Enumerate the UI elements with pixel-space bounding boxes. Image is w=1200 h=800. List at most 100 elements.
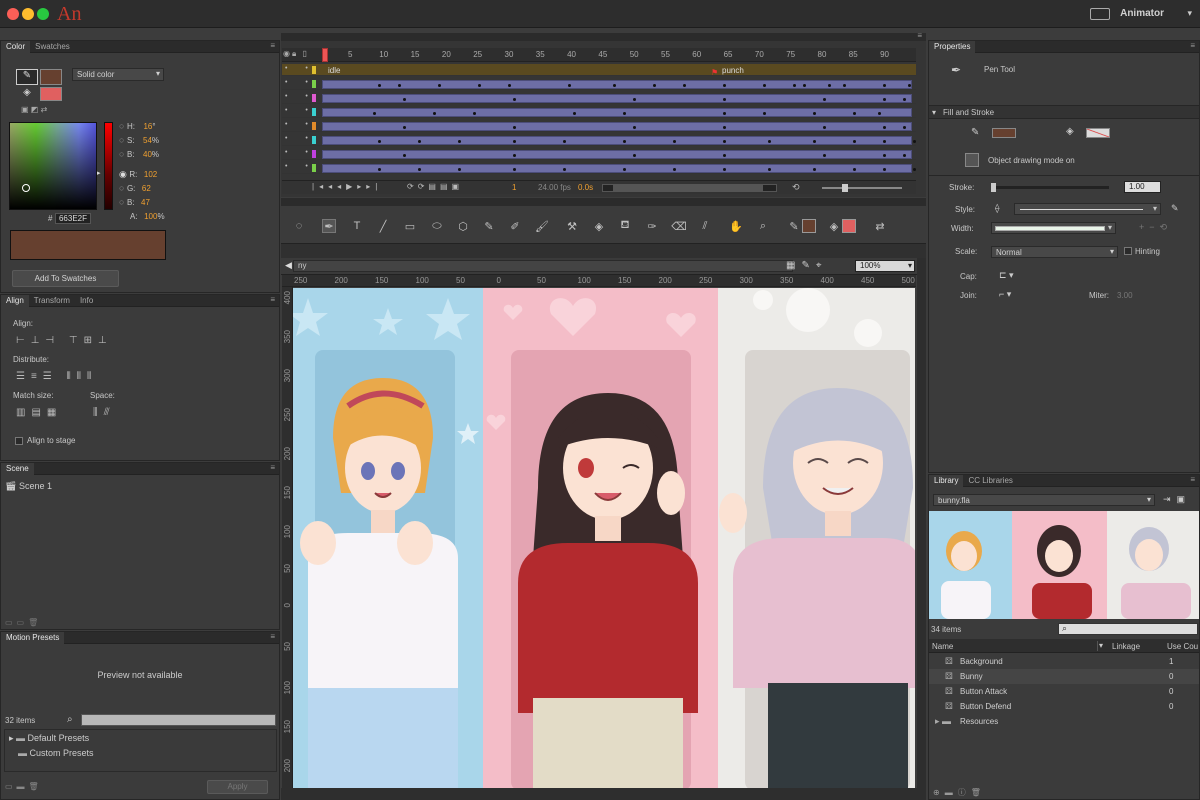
panel-menu-icon[interactable]: ≡: [270, 463, 275, 472]
brush-style-icon[interactable]: ⟠: [995, 203, 999, 214]
tab-transform[interactable]: Transform: [29, 295, 75, 307]
column-use-count[interactable]: Use Cou: [1167, 642, 1198, 651]
hsb-row-b[interactable]: ○ B: 40%: [119, 149, 179, 169]
zoom-window-button[interactable]: [37, 8, 49, 20]
timeline-layer-row[interactable]: • •: [282, 64, 916, 76]
ink-bottle-tool-icon[interactable]: ⛾: [618, 219, 632, 233]
keyframe[interactable]: [373, 112, 376, 115]
keyframe[interactable]: [853, 112, 856, 115]
keyframe[interactable]: [623, 112, 626, 115]
preset-folder-custom[interactable]: ▬ Custom Presets: [18, 748, 94, 758]
keyframe[interactable]: [763, 84, 766, 87]
keyframe[interactable]: [418, 140, 421, 143]
panel-menu-icon[interactable]: ≡: [917, 31, 922, 40]
keyframe[interactable]: [883, 154, 886, 157]
polystar-tool-icon[interactable]: ⬡: [456, 219, 470, 233]
line-tool-icon[interactable]: ╱: [376, 219, 390, 233]
tab-properties[interactable]: Properties: [929, 40, 976, 53]
fill-color-none-swatch[interactable]: [1086, 128, 1110, 138]
keyframe[interactable]: [378, 140, 381, 143]
eyedropper-tool-icon[interactable]: ✑: [645, 219, 659, 233]
keyframe[interactable]: [573, 112, 576, 115]
color-picker-cursor[interactable]: [22, 184, 30, 192]
keyframe[interactable]: [673, 168, 676, 171]
swap-colors-icon[interactable]: ▣ ◩ ⇄: [21, 105, 47, 114]
width-profile-actions[interactable]: +−⟲: [1139, 222, 1172, 233]
hsb-row-s[interactable]: ○ S: 54%: [119, 135, 179, 149]
keyframe[interactable]: [403, 154, 406, 157]
miter-value[interactable]: 3.00: [1117, 291, 1133, 300]
keyframe[interactable]: [458, 168, 461, 171]
text-tool-icon[interactable]: T: [350, 219, 364, 233]
keyframe[interactable]: [903, 154, 906, 157]
layer-outline-color[interactable]: [312, 80, 316, 88]
hex-field[interactable]: # 663E2F: [48, 213, 91, 224]
layer-outline-color[interactable]: [312, 136, 316, 144]
rectangle-tool-icon[interactable]: ▭: [403, 219, 417, 233]
tab-scene[interactable]: Scene: [1, 462, 34, 475]
align-buttons[interactable]: ⊢⊥⊣ ⊤⊞⊥: [16, 335, 113, 346]
fill-color-tool-icon[interactable]: ◈: [827, 219, 841, 233]
keyframe[interactable]: [683, 84, 686, 87]
keyframe[interactable]: [568, 84, 571, 87]
keyframe[interactable]: [403, 126, 406, 129]
frame-rate[interactable]: 24.00 fps: [538, 183, 571, 192]
playhead[interactable]: [322, 48, 328, 62]
layer-outline-color[interactable]: [312, 94, 316, 102]
rgb-row-g[interactable]: ○ G: 62: [119, 183, 179, 197]
library-search-input[interactable]: ⌕: [1058, 623, 1198, 635]
library-actions[interactable]: ⊕▬ⓘ🗑︎: [933, 787, 986, 798]
panel-menu-icon[interactable]: ≡: [270, 632, 275, 641]
library-file-dropdown[interactable]: bunny.fla: [933, 494, 1155, 506]
keyframe[interactable]: [513, 168, 516, 171]
keyframe[interactable]: [823, 98, 826, 101]
keyframe[interactable]: [513, 126, 516, 129]
layer-tween-span[interactable]: [322, 136, 916, 145]
keyframe[interactable]: [768, 140, 771, 143]
rgb-row-r[interactable]: ◉ R: 102: [119, 169, 179, 183]
keyframe[interactable]: [823, 126, 826, 129]
keyframe[interactable]: [478, 84, 481, 87]
keyframe[interactable]: [623, 140, 626, 143]
lasso-tool-icon[interactable]: ◌: [292, 219, 306, 233]
library-item[interactable]: ⚄ Button Attack 0: [929, 684, 1199, 699]
keyframe[interactable]: [438, 84, 441, 87]
keyframe[interactable]: [563, 140, 566, 143]
preset-search-input[interactable]: [81, 714, 276, 726]
apply-button[interactable]: Apply: [207, 780, 268, 794]
panel-menu-icon[interactable]: ≡: [1190, 41, 1195, 50]
keyframe[interactable]: [653, 84, 656, 87]
tab-info[interactable]: Info: [75, 295, 98, 307]
keyframe[interactable]: [723, 168, 726, 171]
column-name[interactable]: Name: [932, 642, 953, 651]
layer-tween-span[interactable]: [322, 164, 916, 173]
keyframe[interactable]: [723, 84, 726, 87]
keyframe[interactable]: [723, 140, 726, 143]
keyframe[interactable]: [723, 98, 726, 101]
minimize-window-button[interactable]: [22, 8, 34, 20]
stage-vertical-scrollbar[interactable]: [917, 258, 926, 788]
pen-tool-icon[interactable]: ✒: [322, 219, 336, 233]
join-style-dropdown[interactable]: ⌐ ▾: [999, 289, 1011, 300]
hue-slider-handle-icon[interactable]: ▸: [97, 169, 101, 177]
keyframe[interactable]: [793, 84, 796, 87]
frame-ruler[interactable]: ◉🔒︎ ▯ 5 10 15 20 25 30 35 40 45 50 55 60 65 70 75 80 85 9…: [282, 48, 916, 62]
tab-swatches[interactable]: Swatches: [30, 41, 75, 53]
keyframe[interactable]: [813, 112, 816, 115]
hand-tool-icon[interactable]: ✋: [729, 219, 743, 233]
close-window-button[interactable]: [7, 8, 19, 20]
width-profile-dropdown[interactable]: ▾: [991, 222, 1116, 234]
alpha-row[interactable]: A: 100%: [119, 211, 179, 225]
keyframe[interactable]: [913, 168, 916, 171]
keyframe[interactable]: [458, 140, 461, 143]
keyframe[interactable]: [433, 112, 436, 115]
keyframe[interactable]: [803, 84, 806, 87]
stage-horizontal-scrollbar[interactable]: [281, 788, 926, 800]
keyframe[interactable]: [473, 112, 476, 115]
keyframe[interactable]: [823, 154, 826, 157]
scene-actions[interactable]: ▭▭🗑︎: [5, 618, 42, 627]
keyframe[interactable]: [883, 168, 886, 171]
layer-tween-span[interactable]: [322, 94, 912, 103]
preset-folder-default[interactable]: ▸ ▬ Default Presets: [9, 733, 89, 744]
fill-type-dropdown[interactable]: Solid color: [72, 68, 164, 81]
